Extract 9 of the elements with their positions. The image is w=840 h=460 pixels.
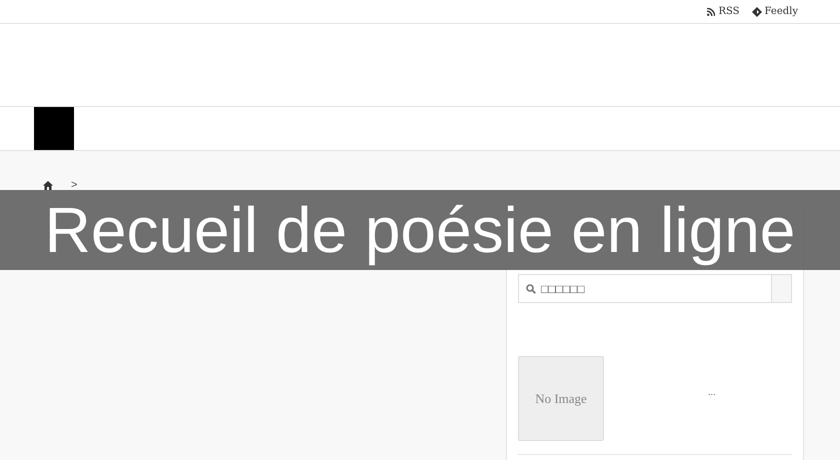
rss-icon [707,8,716,16]
feedly-icon [752,6,762,16]
rss-link[interactable]: RSS [707,6,740,17]
home-icon[interactable] [43,180,53,190]
search-field[interactable]: □□□□□□ [518,274,771,303]
logo-block [34,107,74,150]
feedly-link[interactable]: Feedly [752,6,798,17]
post-excerpt: ... [708,386,716,396]
breadcrumb-separator: > [71,179,78,191]
